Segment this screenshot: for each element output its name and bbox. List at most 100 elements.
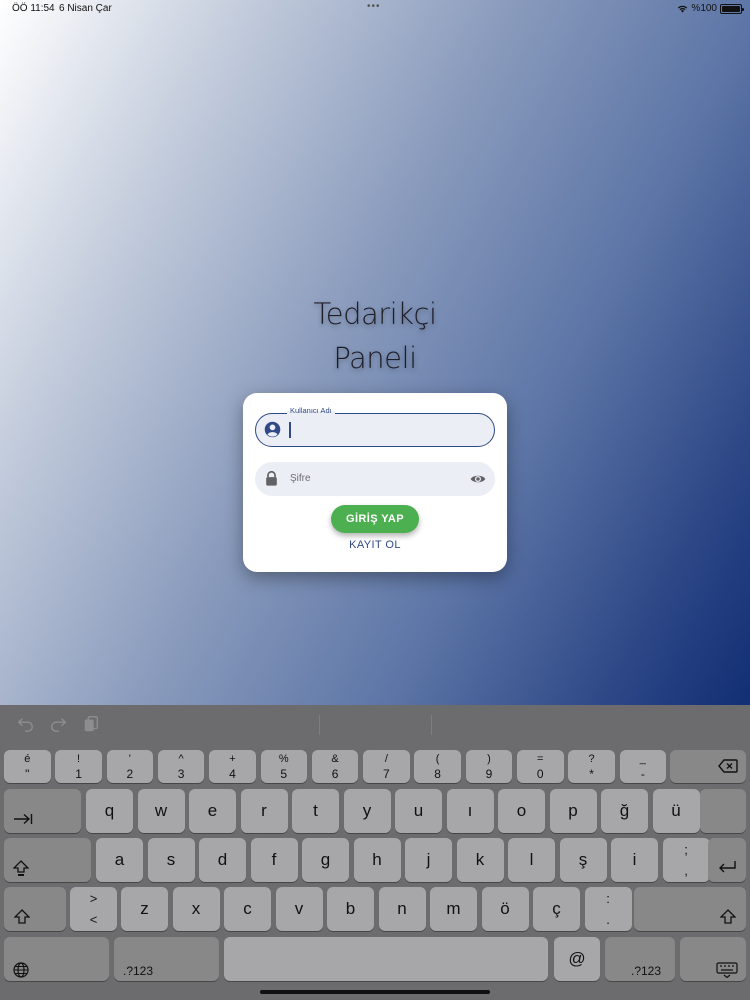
key-at[interactable]: @ (554, 937, 600, 981)
numbers-right-key[interactable]: .?123 (605, 937, 675, 981)
key-label: 8 (434, 767, 441, 781)
tab-icon (14, 813, 33, 825)
key-f[interactable]: f (250, 838, 298, 882)
key-number-12[interactable]: _ - (619, 750, 667, 783)
shift-left-key[interactable] (4, 887, 66, 931)
space-bar[interactable] (224, 937, 548, 981)
key-number-5[interactable]: % 5 (260, 750, 307, 783)
key-ş[interactable]: ş (559, 838, 607, 882)
key-ö[interactable]: ö (481, 887, 529, 931)
key-label: u (413, 801, 424, 820)
key-semicolon[interactable]: ;, (662, 838, 710, 882)
key-number-8[interactable]: (8 (414, 750, 461, 783)
tab-key[interactable] (4, 789, 81, 833)
redo-icon[interactable] (49, 715, 67, 733)
key-w[interactable]: w (137, 789, 185, 833)
key-number-1[interactable]: ! 1 (55, 750, 102, 783)
key-number-0[interactable]: é " (4, 750, 51, 783)
key-number-9[interactable]: ) 9 (465, 750, 513, 783)
key-blank[interactable] (700, 789, 746, 833)
key-label: 4 (229, 767, 236, 781)
keyboard-toolbar (0, 705, 750, 745)
shift-right-key[interactable] (634, 887, 746, 931)
key-label: - (640, 767, 645, 781)
delete-key[interactable] (670, 750, 746, 783)
key-c[interactable]: c (224, 887, 271, 931)
key-label: ) (487, 753, 491, 765)
key-colon[interactable]: :. (584, 887, 632, 931)
key-label: & (331, 753, 339, 765)
caps-lock-key[interactable] (4, 838, 91, 882)
title-line-1: Tedarikçi (313, 297, 437, 331)
key-u[interactable]: u (395, 789, 442, 833)
key-number-3[interactable]: ^ 3 (157, 750, 205, 783)
key-ı[interactable]: ı (446, 789, 494, 833)
key-v[interactable]: v (275, 887, 323, 931)
key-s[interactable]: s (147, 838, 195, 882)
key-k[interactable]: k (456, 838, 504, 882)
key-a[interactable]: a (96, 838, 143, 882)
register-link[interactable]: KAYIT OL (325, 539, 425, 551)
key-o[interactable]: o (498, 789, 545, 833)
key-label: v (294, 899, 304, 918)
key-label: m (446, 899, 461, 918)
globe-icon (13, 962, 29, 978)
title-line-2: Paneli (333, 341, 417, 375)
key-number-10[interactable]: = 0 (517, 750, 564, 783)
key-label: d (217, 850, 228, 869)
key-label: y (362, 801, 372, 820)
key-number-11[interactable]: ? * (568, 750, 615, 783)
key-ğ[interactable]: ğ (601, 789, 648, 833)
key-number-6[interactable]: & 6 (311, 750, 359, 783)
globe-key[interactable] (4, 937, 109, 981)
eye-icon[interactable] (469, 471, 487, 487)
key-number-4[interactable]: +4 (209, 750, 256, 783)
key-i[interactable]: i (611, 838, 658, 882)
key-e[interactable]: e (189, 789, 236, 833)
multitasking-dots[interactable]: ••• (367, 1, 381, 12)
key-number-7[interactable]: /7 (363, 750, 410, 783)
username-field[interactable]: Kullanıcı Adı (255, 406, 495, 447)
key-label: ; (684, 842, 688, 857)
key-label: é (24, 753, 31, 765)
key-number-2[interactable]: ' 2 (106, 750, 154, 783)
key-l[interactable]: l (508, 838, 555, 882)
key-m[interactable]: m (430, 887, 477, 931)
key-label: * (589, 767, 594, 781)
delete-icon (718, 759, 738, 773)
key-label: , (684, 863, 688, 878)
key-ü[interactable]: ü (652, 789, 700, 833)
key-g[interactable]: g (302, 838, 349, 882)
key-label: w (154, 801, 168, 820)
key-y[interactable]: y (343, 789, 391, 833)
key-n[interactable]: n (378, 887, 426, 931)
key-angle-brackets[interactable]: > < (70, 887, 117, 931)
key-h[interactable]: h (353, 838, 401, 882)
return-key[interactable] (708, 838, 746, 882)
key-label: ç (552, 899, 561, 918)
password-placeholder: Şifre (290, 473, 311, 484)
key-j[interactable]: j (405, 838, 452, 882)
hide-keyboard-key[interactable] (680, 937, 746, 981)
key-p[interactable]: p (549, 789, 597, 833)
key-label: > (89, 891, 98, 906)
key-label: .?123 (631, 964, 662, 978)
key-z[interactable]: z (121, 887, 168, 931)
key-t[interactable]: t (292, 789, 339, 833)
password-field[interactable]: Şifre (255, 462, 495, 496)
key-label: 9 (485, 767, 493, 781)
key-b[interactable]: b (327, 887, 374, 931)
home-indicator[interactable] (260, 990, 490, 994)
key-q[interactable]: q (86, 789, 133, 833)
key-r[interactable]: r (240, 789, 288, 833)
on-screen-keyboard: é "! 1 ' 2 ^ 3 +4% 5 & 6/7(8) 9 = 0? * _ - q w e r t y u ı o p ğ ü a s… (0, 705, 750, 1000)
key-label: " (25, 767, 30, 781)
key-label: . (606, 912, 610, 927)
key-x[interactable]: x (172, 887, 220, 931)
key-d[interactable]: d (199, 838, 246, 882)
key-ç[interactable]: ç (533, 887, 580, 931)
paste-icon[interactable] (82, 715, 100, 733)
login-button[interactable]: GİRİŞ YAP (331, 505, 419, 533)
numbers-left-key[interactable]: .?123 (114, 937, 219, 981)
undo-icon[interactable] (17, 715, 35, 733)
